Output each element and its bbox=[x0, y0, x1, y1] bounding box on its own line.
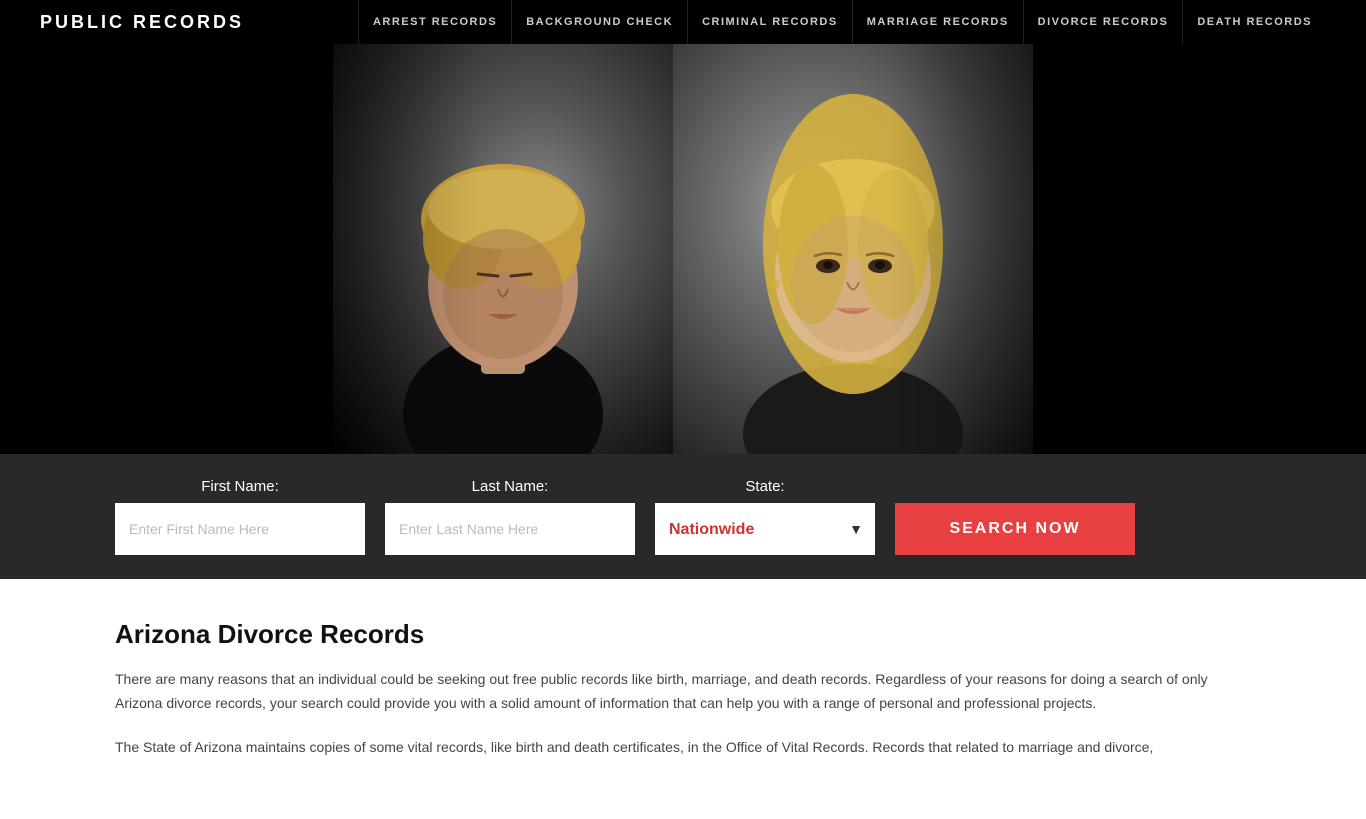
content-paragraph-2: The State of Arizona maintains copies of… bbox=[115, 736, 1251, 760]
main-nav: ARREST RECORDS BACKGROUND CHECK CRIMINAL… bbox=[358, 0, 1326, 44]
main-content: Arizona Divorce Records There are many r… bbox=[0, 579, 1366, 819]
search-now-button[interactable]: SEARCH NOW bbox=[895, 503, 1135, 555]
page-title: Arizona Divorce Records bbox=[115, 619, 1251, 650]
hero-image-right bbox=[673, 44, 1033, 454]
nav-marriage-records[interactable]: MARRIAGE RECORDS bbox=[852, 0, 1023, 44]
first-name-field: First Name: bbox=[115, 478, 365, 555]
last-name-label: Last Name: bbox=[385, 478, 635, 495]
hero-section bbox=[0, 44, 1366, 454]
content-paragraph-1: There are many reasons that an individua… bbox=[115, 668, 1251, 716]
state-label: State: bbox=[655, 478, 875, 495]
last-name-input[interactable] bbox=[385, 503, 635, 555]
state-select[interactable]: NationwideAlabamaAlaskaArizonaArkansasCa… bbox=[655, 503, 875, 555]
site-logo: PUBLIC RECORDS bbox=[40, 12, 244, 33]
hero-image-left bbox=[333, 44, 673, 454]
nav-arrest-records[interactable]: ARREST RECORDS bbox=[358, 0, 511, 44]
first-name-input[interactable] bbox=[115, 503, 365, 555]
state-field: State: NationwideAlabamaAlaskaArizonaArk… bbox=[655, 478, 875, 555]
nav-death-records[interactable]: DEATH RECORDS bbox=[1182, 0, 1326, 44]
hero-image bbox=[333, 44, 1033, 454]
nav-divorce-records[interactable]: DIVORCE RECORDS bbox=[1023, 0, 1183, 44]
state-select-wrapper: NationwideAlabamaAlaskaArizonaArkansasCa… bbox=[655, 503, 875, 555]
last-name-field: Last Name: bbox=[385, 478, 635, 555]
first-name-label: First Name: bbox=[115, 478, 365, 495]
nav-background-check[interactable]: BACKGROUND CHECK bbox=[511, 0, 687, 44]
header: PUBLIC RECORDS ARREST RECORDS BACKGROUND… bbox=[0, 0, 1366, 44]
search-section: First Name: Last Name: State: Nationwide… bbox=[0, 454, 1366, 579]
nav-criminal-records[interactable]: CRIMINAL RECORDS bbox=[687, 0, 852, 44]
